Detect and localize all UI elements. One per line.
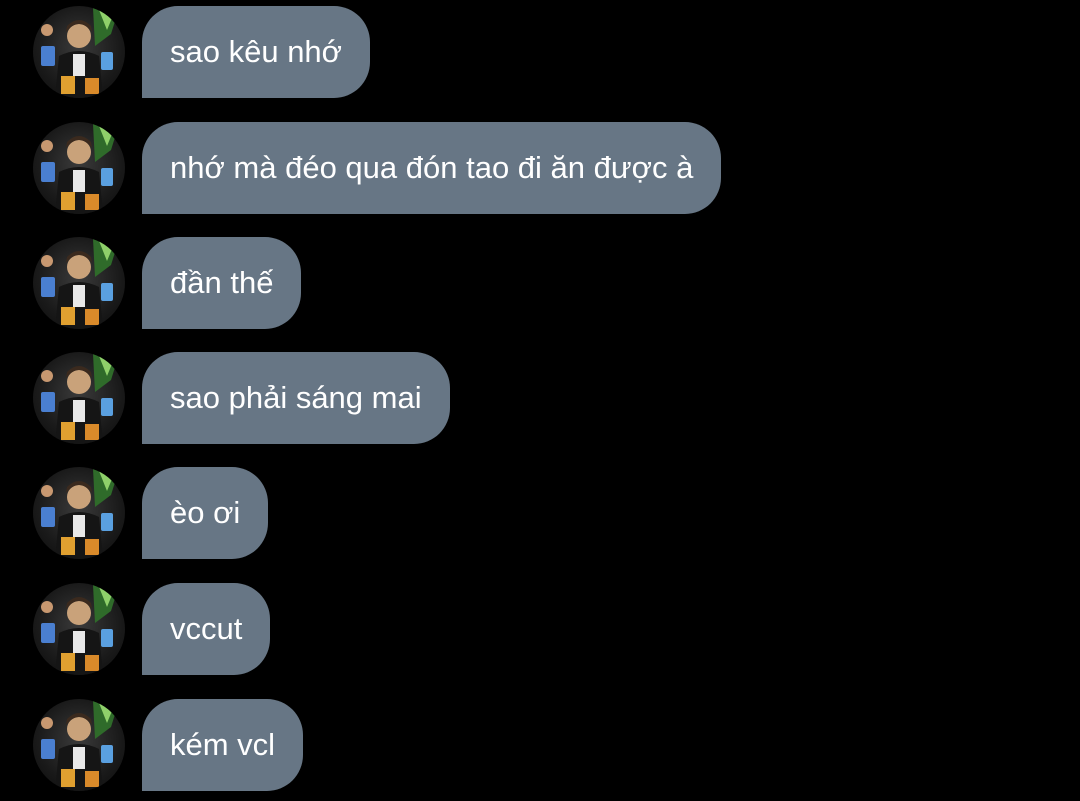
message-bubble[interactable]: vccut (142, 583, 271, 675)
avatar[interactable] (33, 699, 125, 791)
person-photo-icon (41, 6, 120, 98)
message-thread: sao kêu nhớ nhớ mà đéo qua đón tao đi ăn… (0, 0, 1080, 801)
person-photo-icon (41, 467, 120, 559)
message-row: sao phải sáng mai (0, 352, 1080, 444)
message-row: èo ơi (0, 467, 1080, 559)
message-bubble[interactable]: nhớ mà đéo qua đón tao đi ăn được à (142, 122, 722, 214)
message-row: đần thế (0, 237, 1080, 329)
person-photo-icon (41, 583, 120, 675)
person-photo-icon (41, 122, 120, 214)
message-row: vccut (0, 583, 1080, 675)
message-bubble[interactable]: èo ơi (142, 467, 269, 559)
avatar[interactable] (33, 583, 125, 675)
avatar[interactable] (33, 467, 125, 559)
avatar[interactable] (33, 122, 125, 214)
message-row: nhớ mà đéo qua đón tao đi ăn được à (0, 122, 1080, 214)
message-row: sao kêu nhớ (0, 6, 1080, 98)
person-photo-icon (41, 699, 120, 791)
person-photo-icon (41, 237, 120, 329)
avatar[interactable] (33, 6, 125, 98)
avatar[interactable] (33, 352, 125, 444)
message-bubble[interactable]: sao phải sáng mai (142, 352, 450, 444)
message-bubble[interactable]: sao kêu nhớ (142, 6, 370, 98)
message-bubble[interactable]: kém vcl (142, 699, 304, 791)
message-bubble[interactable]: đần thế (142, 237, 302, 329)
avatar[interactable] (33, 237, 125, 329)
message-row: kém vcl (0, 699, 1080, 791)
person-photo-icon (41, 352, 120, 444)
